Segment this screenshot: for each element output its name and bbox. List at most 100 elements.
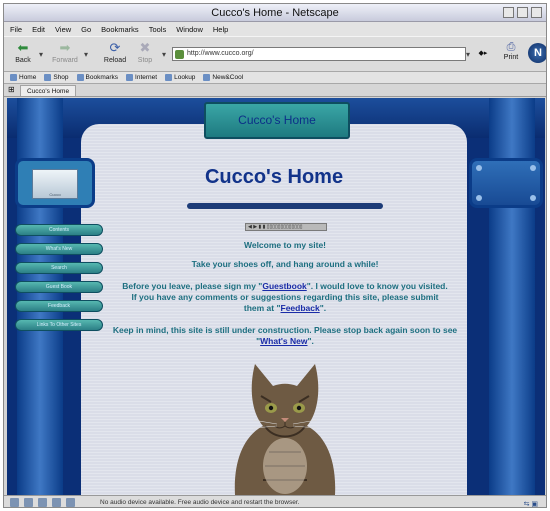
maximize-button[interactable]: [517, 7, 528, 18]
reload-icon: ⟳: [109, 40, 121, 55]
site-sidebar-nav: Contents What's New Search Guest Book Fe…: [15, 224, 103, 338]
forward-label: Forward: [52, 57, 78, 64]
stop-button[interactable]: ✖ Stop: [132, 41, 158, 69]
shop-label: Shop: [53, 74, 69, 81]
bookmarks-label: Bookmarks: [85, 74, 119, 81]
back-button[interactable]: ⬅ Back: [10, 41, 36, 69]
browser-window: Cucco's Home - Netscape File Edit View G…: [3, 3, 547, 508]
newcool-bookmark[interactable]: New&Cool: [203, 74, 243, 81]
forward-arrow-icon: ➡: [59, 40, 71, 55]
forward-dropdown-icon[interactable]: ▾: [84, 50, 88, 59]
menu-file[interactable]: File: [10, 25, 22, 34]
status-text: No audio device available. Free audio de…: [100, 499, 300, 506]
stop-icon: ✖: [139, 40, 151, 55]
minimize-button[interactable]: [503, 7, 514, 18]
construction-text-end: ".: [307, 336, 314, 346]
audio-player[interactable]: ◀ ▶ ▮ ▮ ▯▯▯▯▯▯▯▯▯▯▯▯▯: [245, 223, 327, 231]
address-book-icon[interactable]: [66, 498, 75, 507]
menu-help[interactable]: Help: [213, 25, 228, 34]
tab-menu-icon[interactable]: ⊞: [8, 85, 15, 94]
whats-new-link[interactable]: What's New: [260, 336, 307, 346]
home-icon: [10, 74, 17, 81]
bolt-icon: [476, 165, 482, 171]
tab-cuccos-home[interactable]: Cucco's Home: [20, 85, 77, 96]
page-icon: [175, 50, 184, 59]
title-divider: [187, 203, 383, 209]
personal-toolbar: Home Shop Bookmarks Internet Lookup New&…: [4, 72, 546, 84]
search-go-button[interactable]: ◆▸: [474, 47, 492, 61]
back-label: Back: [15, 57, 31, 64]
stop-label: Stop: [137, 57, 153, 64]
menu-window[interactable]: Window: [176, 25, 203, 34]
url-text: http://www.cucco.org/: [187, 50, 254, 57]
construction-paragraph: Keep in mind, this site is still under c…: [97, 325, 473, 347]
nav-whats-new[interactable]: What's New: [15, 243, 103, 255]
menu-bookmarks[interactable]: Bookmarks: [101, 25, 139, 34]
reload-button[interactable]: ⟳ Reload: [100, 41, 130, 69]
menu-tools[interactable]: Tools: [149, 25, 167, 34]
shop-bookmark[interactable]: Shop: [44, 74, 69, 81]
newcool-label: New&Cool: [212, 74, 244, 81]
nav-links[interactable]: Links To Other Sites: [15, 319, 103, 331]
left-monitor-screen: Cucco: [32, 169, 78, 199]
nav-contents[interactable]: Contents: [15, 224, 103, 236]
bookmarks-icon: [76, 74, 84, 81]
internet-label: Internet: [135, 74, 158, 81]
window-title: Cucco's Home - Netscape: [211, 7, 339, 19]
menu-go[interactable]: Go: [81, 25, 91, 34]
menu-edit[interactable]: Edit: [32, 25, 45, 34]
tab-bar: ⊞ Cucco's Home: [4, 84, 546, 97]
site-header-tab: Cucco's Home: [204, 102, 350, 139]
lookup-icon: [165, 74, 173, 81]
back-dropdown-icon[interactable]: ▾: [39, 50, 43, 59]
forward-button[interactable]: ➡ Forward: [48, 41, 82, 69]
netscape-logo-icon[interactable]: N: [528, 43, 546, 63]
print-button[interactable]: ⎙ Print: [499, 41, 523, 61]
reload-label: Reload: [103, 57, 127, 64]
composer-icon[interactable]: [38, 498, 47, 507]
cat-photo: [234, 364, 336, 495]
bolt-icon: [530, 195, 536, 201]
print-label: Print: [503, 54, 519, 61]
page-content: Cucco's Home Cucco Contents What's New S…: [7, 98, 545, 495]
back-arrow-icon: ⬅: [17, 40, 29, 55]
shop-icon: [44, 74, 52, 81]
location-dropdown-icon[interactable]: ▾: [162, 50, 166, 59]
url-history-icon[interactable]: ▾: [466, 50, 470, 59]
close-button[interactable]: [531, 7, 542, 18]
guestbook-link[interactable]: Guestbook: [262, 281, 306, 291]
nav-guest-book[interactable]: Guest Book: [15, 281, 103, 293]
nav-feedback[interactable]: Feedback: [15, 300, 103, 312]
url-input[interactable]: http://www.cucco.org/: [172, 47, 466, 61]
internet-icon: [126, 74, 134, 81]
right-panel-box: [469, 158, 543, 208]
nav-search[interactable]: Search: [15, 262, 103, 274]
navigation-toolbar: ⬅ Back ▾ ➡ Forward ▾ ⟳ Reload ✖ Stop ▾ h…: [4, 36, 546, 72]
newcool-icon: [203, 74, 211, 81]
lookup-bookmark[interactable]: Lookup: [165, 74, 195, 81]
home-label: Home: [19, 74, 37, 81]
chat-icon[interactable]: [52, 498, 61, 507]
title-bar[interactable]: Cucco's Home - Netscape: [4, 4, 546, 22]
mail-icon[interactable]: [24, 498, 33, 507]
lookup-label: Lookup: [174, 74, 196, 81]
shoes-text: Take your shoes off, and hang around a w…: [191, 259, 379, 269]
welcome-text: Welcome to my site!: [243, 240, 327, 250]
feedback-link[interactable]: Feedback: [281, 303, 320, 313]
bolt-icon: [476, 195, 482, 201]
guest-text-pre: Before you leave, please sign my ": [122, 281, 263, 291]
navigator-icon[interactable]: [10, 498, 19, 507]
print-icon: ⎙: [506, 41, 516, 53]
menu-bar: File Edit View Go Bookmarks Tools Window…: [4, 22, 546, 36]
connection-icon: ⇆ ▣: [523, 501, 538, 508]
tab-label: Cucco's Home: [27, 88, 70, 95]
guestbook-paragraph: Before you leave, please sign my "Guestb…: [97, 281, 473, 314]
internet-bookmark[interactable]: Internet: [126, 74, 157, 81]
bolt-icon: [530, 165, 536, 171]
home-bookmark[interactable]: Home: [10, 74, 36, 81]
page-title: Cucco's Home: [204, 166, 344, 188]
bookmarks-bookmark[interactable]: Bookmarks: [76, 74, 119, 81]
guest-text-end: ".: [319, 303, 327, 313]
menu-view[interactable]: View: [55, 25, 71, 34]
status-bar: No audio device available. Free audio de…: [4, 495, 546, 508]
